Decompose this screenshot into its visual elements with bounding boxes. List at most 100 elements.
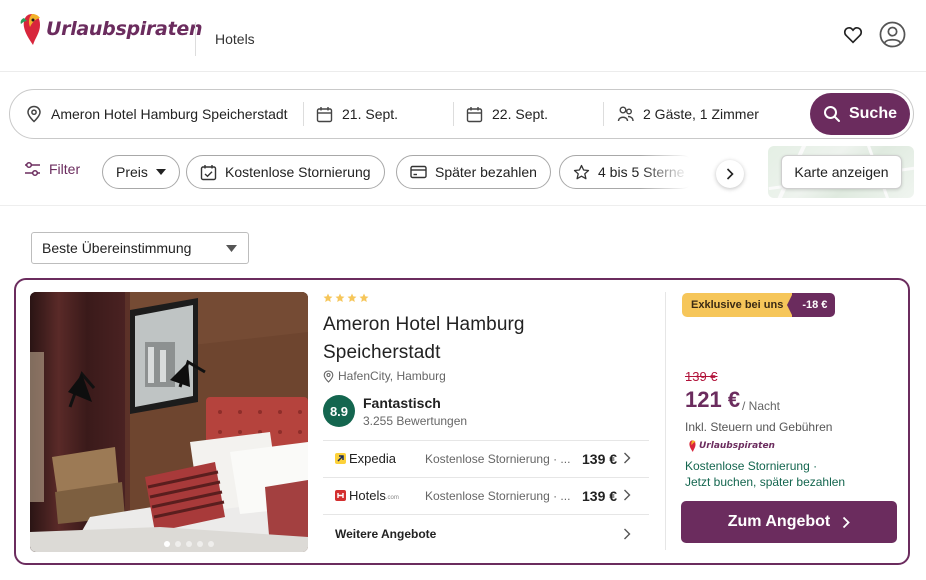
expedia-logo-icon <box>335 453 346 464</box>
header-divider <box>195 22 196 56</box>
filter-button[interactable]: Filter <box>24 161 80 177</box>
pagination-dot[interactable] <box>208 541 214 547</box>
benefit-pay-later: Jetzt buchen, später bezahlen <box>685 475 846 489</box>
parrot-logo-icon <box>20 14 40 45</box>
pagination-dot[interactable] <box>164 541 170 547</box>
parrot-logo-icon <box>689 440 696 452</box>
calendar-icon <box>316 106 333 122</box>
hotel-location: HafenCity, Hamburg <box>323 369 446 383</box>
tax-note: Inkl. Steuern und Gebühren <box>685 420 833 434</box>
show-map-button[interactable]: Karte anzeigen <box>781 155 902 189</box>
photo-pagination[interactable] <box>164 541 219 547</box>
search-icon <box>823 106 840 122</box>
star-icon <box>335 293 345 302</box>
pagination-dot[interactable] <box>186 541 192 547</box>
caret-down-icon <box>155 169 166 175</box>
exclusive-badge: Exklusive bei uns -18 € <box>682 293 836 317</box>
people-icon <box>617 106 634 122</box>
more-offers-link[interactable]: Weitere Angebote <box>335 527 436 541</box>
chip-label: Später bezahlen <box>435 164 537 180</box>
checkout-value: 22. Sept. <box>492 106 549 122</box>
sort-value: Beste Übereinstimmung <box>42 240 192 256</box>
pagination-dot[interactable] <box>197 541 203 547</box>
chip-label: Preis <box>116 164 148 180</box>
offer-note: Kostenlose Stornierung · ... <box>425 452 571 466</box>
search-button[interactable]: Suche <box>810 93 910 135</box>
benefit-free-cancellation: Kostenlose Stornierung · <box>685 459 818 473</box>
chevron-right-icon <box>624 452 631 464</box>
filter-label: Filter <box>49 161 81 177</box>
search-separator <box>453 102 454 126</box>
offer-price: 139 € <box>582 451 618 467</box>
section-label[interactable]: Hotels <box>215 31 255 47</box>
pagination-dot[interactable] <box>175 541 181 547</box>
rating-label: Fantastisch <box>363 395 441 411</box>
chevron-right-icon <box>843 516 851 528</box>
star-icon <box>347 293 357 302</box>
destination-field[interactable]: Ameron Hotel Hamburg Speicherstadt <box>26 90 288 138</box>
chip-pay-later[interactable]: Später bezahlen <box>396 155 551 189</box>
chevron-right-icon <box>624 489 631 501</box>
sliders-icon <box>25 161 40 177</box>
chip-label: Kostenlose Stornierung <box>225 164 371 180</box>
per-night-label: / Nacht <box>742 399 781 413</box>
map-pin-icon <box>323 369 334 383</box>
hotel-card[interactable]: Ameron Hotel Hamburg Speicherstadt Hafen… <box>14 278 910 565</box>
review-count[interactable]: 3.255 Bewertungen <box>363 414 467 428</box>
rating-badge: 8.9 <box>323 395 355 427</box>
checkin-field[interactable]: 21. Sept. <box>316 90 398 138</box>
cta-label: Zum Angebot <box>727 513 831 530</box>
guests-value: 2 Gäste, 1 Zimmer <box>643 106 759 122</box>
checkout-field[interactable]: 22. Sept. <box>466 90 548 138</box>
chevron-right-icon <box>726 168 734 180</box>
card-divider <box>665 292 666 550</box>
old-price: 139 € <box>685 369 718 384</box>
search-bar: Ameron Hotel Hamburg Speicherstadt 21. S… <box>9 89 914 139</box>
checkin-value: 21. Sept. <box>342 106 399 122</box>
chips-scroll-button[interactable] <box>716 160 744 188</box>
guests-field[interactable]: 2 Gäste, 1 Zimmer <box>617 90 759 138</box>
map-pin-icon <box>27 105 41 123</box>
chevron-right-icon[interactable] <box>623 528 631 540</box>
provider-brand-name: Urlaubspiraten <box>699 441 775 451</box>
section-divider <box>0 205 926 206</box>
hotel-photo[interactable] <box>30 292 308 552</box>
exclusive-label: Exklusive bei uns <box>682 293 793 317</box>
offer-row-expedia[interactable]: Expedia Kostenlose Stornierung · ... 139… <box>323 440 649 477</box>
calendar-icon <box>466 106 483 122</box>
current-price: 121 € <box>685 387 741 412</box>
provider-logo-expedia: Expedia <box>335 451 396 466</box>
star-icon <box>323 293 333 302</box>
search-button-label: Suche <box>848 105 897 122</box>
brand-logo[interactable]: Urlaubspiraten <box>20 12 202 46</box>
view-offer-button[interactable]: Zum Angebot <box>681 501 897 543</box>
brand-name: Urlaubspiraten <box>46 18 203 40</box>
hotel-name[interactable]: Ameron Hotel Hamburg Speicherstadt <box>323 311 563 367</box>
destination-value: Ameron Hotel Hamburg Speicherstadt <box>51 106 288 122</box>
provider-logo-hotels: Hotels .com <box>335 488 399 503</box>
chip-price[interactable]: Preis <box>102 155 180 189</box>
top-header: Urlaubspiraten Hotels <box>0 0 926 72</box>
offer-row-hotels[interactable]: Hotels .com Kostenlose Stornierung · ...… <box>323 477 649 514</box>
hotels-logo-icon <box>335 490 346 501</box>
credit-card-icon <box>410 165 427 179</box>
user-circle-icon[interactable] <box>879 21 906 48</box>
calendar-check-icon <box>200 164 217 180</box>
caret-down-icon <box>226 245 237 252</box>
star-icon <box>359 293 369 302</box>
offer-separator <box>323 514 649 515</box>
heart-icon[interactable] <box>842 24 864 46</box>
chip-fade-overlay <box>640 152 710 192</box>
star-icon <box>573 164 590 179</box>
chip-free-cancellation[interactable]: Kostenlose Stornierung <box>186 155 385 189</box>
hotel-star-rating <box>323 293 371 303</box>
hotel-room-image <box>30 292 308 552</box>
discount-label: -18 € <box>787 293 836 317</box>
location-text: HafenCity, Hamburg <box>338 369 446 383</box>
provider-name: Hotels <box>349 488 386 503</box>
sort-select[interactable]: Beste Übereinstimmung <box>31 232 249 264</box>
offer-price: 139 € <box>582 488 618 504</box>
offer-note: Kostenlose Stornierung · ... <box>425 489 571 503</box>
search-separator <box>603 102 604 126</box>
provider-name: Expedia <box>349 451 396 466</box>
